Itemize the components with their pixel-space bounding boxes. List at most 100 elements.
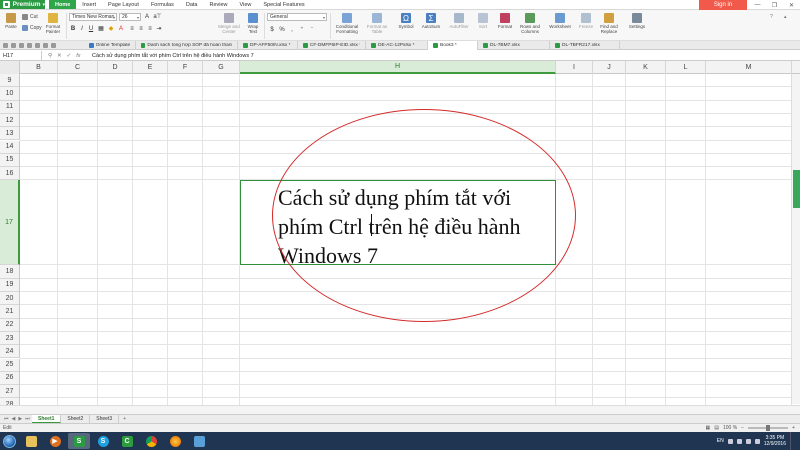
document-tab[interactable]: Book3 *: [428, 40, 478, 50]
row-header[interactable]: 27: [0, 385, 20, 399]
confirm-icon[interactable]: ✓: [67, 53, 72, 59]
network-icon[interactable]: [736, 438, 742, 444]
row-header[interactable]: 22: [0, 318, 20, 332]
worksheet-button[interactable]: Worksheet: [546, 13, 574, 29]
column-header[interactable]: D: [98, 61, 133, 74]
page-layout-icon[interactable]: ▤: [714, 425, 719, 431]
taskbar-media-player[interactable]: ▶: [44, 433, 66, 449]
document-tab[interactable]: DP-AFP50IN.xlsx *: [238, 40, 298, 50]
format-button[interactable]: Format: [496, 13, 514, 29]
flag-icon[interactable]: [754, 438, 760, 444]
close-icon[interactable]: ✕: [783, 0, 800, 10]
menu-tab[interactable]: Page Layout: [102, 0, 145, 9]
row-header[interactable]: 16: [0, 167, 20, 181]
increase-decimal-icon[interactable]: ⁺: [298, 26, 306, 33]
zoom-slider[interactable]: [748, 425, 789, 431]
horizontal-scrollbar[interactable]: [0, 405, 800, 414]
taskbar-camtasia[interactable]: C: [116, 433, 138, 449]
zoom-out-icon[interactable]: −: [741, 425, 744, 431]
redo-icon[interactable]: [51, 42, 56, 48]
document-tab[interactable]: DE-AC-12Pxlsx *: [366, 40, 428, 50]
merge-center-button[interactable]: Merge and Center: [218, 13, 240, 34]
menu-tab[interactable]: Home: [49, 0, 77, 9]
formula-input[interactable]: Cách sử dụng phím tắt với phím Ctrl trên…: [88, 53, 254, 59]
column-header[interactable]: F: [168, 61, 203, 74]
column-header[interactable]: G: [203, 61, 240, 74]
align-right-icon[interactable]: ≡: [146, 25, 154, 32]
row-header[interactable]: 20: [0, 292, 20, 306]
collapse-ribbon-icon[interactable]: ▴: [784, 14, 787, 20]
column-header[interactable]: E: [133, 61, 168, 74]
select-all-corner[interactable]: [0, 61, 20, 74]
normal-view-icon[interactable]: ▦: [706, 425, 711, 431]
wrap-text-button[interactable]: Wrap Text: [245, 13, 261, 34]
next-sheet-icon[interactable]: ▶: [18, 416, 22, 422]
language-indicator[interactable]: EN: [717, 438, 724, 444]
column-header[interactable]: M: [706, 61, 792, 74]
menu-tab[interactable]: Insert: [76, 0, 102, 9]
freeze-button[interactable]: Freeze: [578, 13, 594, 29]
side-panel-toggle[interactable]: [793, 170, 800, 208]
italic-icon[interactable]: I: [78, 25, 86, 32]
row-header[interactable]: 26: [0, 371, 20, 386]
preview-icon[interactable]: [35, 42, 40, 48]
rows-columns-button[interactable]: Rows and Columns: [517, 13, 543, 34]
open-icon[interactable]: [11, 42, 16, 48]
font-color-icon[interactable]: A: [117, 25, 125, 32]
volume-icon[interactable]: [745, 438, 751, 444]
copy-button[interactable]: Copy: [22, 25, 42, 31]
help-icon[interactable]: ?: [770, 14, 773, 20]
taskbar-chrome[interactable]: [140, 433, 162, 449]
indent-icon[interactable]: ⇥: [155, 25, 163, 32]
taskbar-paint[interactable]: [188, 433, 210, 449]
row-header[interactable]: 25: [0, 358, 20, 372]
row-header[interactable]: 24: [0, 345, 20, 359]
document-tab[interactable]: CF-DMFP6IP-EID.xlsx *: [298, 40, 366, 50]
underline-icon[interactable]: U: [87, 25, 95, 32]
row-header[interactable]: 13: [0, 127, 20, 141]
comma-icon[interactable]: ,: [288, 26, 296, 33]
vertical-scrollbar[interactable]: [791, 74, 800, 404]
menu-tab[interactable]: Special Features: [257, 0, 310, 9]
row-header[interactable]: 17: [0, 180, 20, 266]
sheet-tab[interactable]: Sheet1: [32, 415, 62, 423]
column-header[interactable]: B: [20, 61, 58, 74]
show-desktop-button[interactable]: [790, 432, 798, 450]
align-left-icon[interactable]: ≡: [128, 25, 136, 32]
font-name-select[interactable]: Times New Roman ▾: [69, 13, 117, 21]
taskbar-firefox[interactable]: [164, 433, 186, 449]
row-header[interactable]: 21: [0, 305, 20, 319]
menu-tab[interactable]: Review: [203, 0, 233, 9]
zoom-icon[interactable]: ⚲: [48, 53, 52, 59]
column-header[interactable]: J: [593, 61, 626, 74]
paste-button[interactable]: Paste: [4, 13, 18, 29]
column-header[interactable]: I: [556, 61, 593, 74]
print-icon[interactable]: [27, 42, 32, 48]
undo-icon[interactable]: [43, 42, 48, 48]
align-top-icon[interactable]: ⊤: [155, 13, 163, 20]
zoom-in-icon[interactable]: +: [792, 425, 795, 431]
document-tab[interactable]: Danh sách tổng hợp SOP đã hoàn thành.xls…: [136, 40, 238, 50]
find-replace-button[interactable]: Find and Replace: [597, 13, 621, 34]
format-as-table-button[interactable]: Format as Table: [366, 13, 388, 34]
sort-button[interactable]: Sort: [476, 13, 490, 29]
row-header[interactable]: 12: [0, 113, 20, 128]
taskbar-explorer[interactable]: [20, 433, 42, 449]
new-icon[interactable]: [3, 42, 8, 48]
autofilter-button[interactable]: AutoFilter: [447, 13, 471, 29]
clock[interactable]: 3:35 PM 12/9/2016: [764, 435, 786, 447]
percent-icon[interactable]: %: [278, 26, 286, 33]
row-header[interactable]: 19: [0, 278, 20, 292]
autosum-button[interactable]: Σ AutoSum: [420, 13, 442, 29]
app-menu-button[interactable]: Premium ▾: [0, 0, 45, 9]
currency-icon[interactable]: $: [268, 26, 276, 33]
symbol-button[interactable]: Ω Symbol: [396, 13, 416, 29]
name-box[interactable]: H17: [0, 51, 42, 60]
cut-button[interactable]: Cut: [22, 14, 38, 20]
fill-color-icon[interactable]: ◆: [107, 25, 115, 32]
align-center-icon[interactable]: ≡: [137, 25, 145, 32]
menu-tab[interactable]: Formulas: [145, 0, 180, 9]
column-header[interactable]: L: [666, 61, 706, 74]
borders-icon[interactable]: ▦: [97, 25, 105, 32]
settings-button[interactable]: Settings: [626, 13, 648, 29]
